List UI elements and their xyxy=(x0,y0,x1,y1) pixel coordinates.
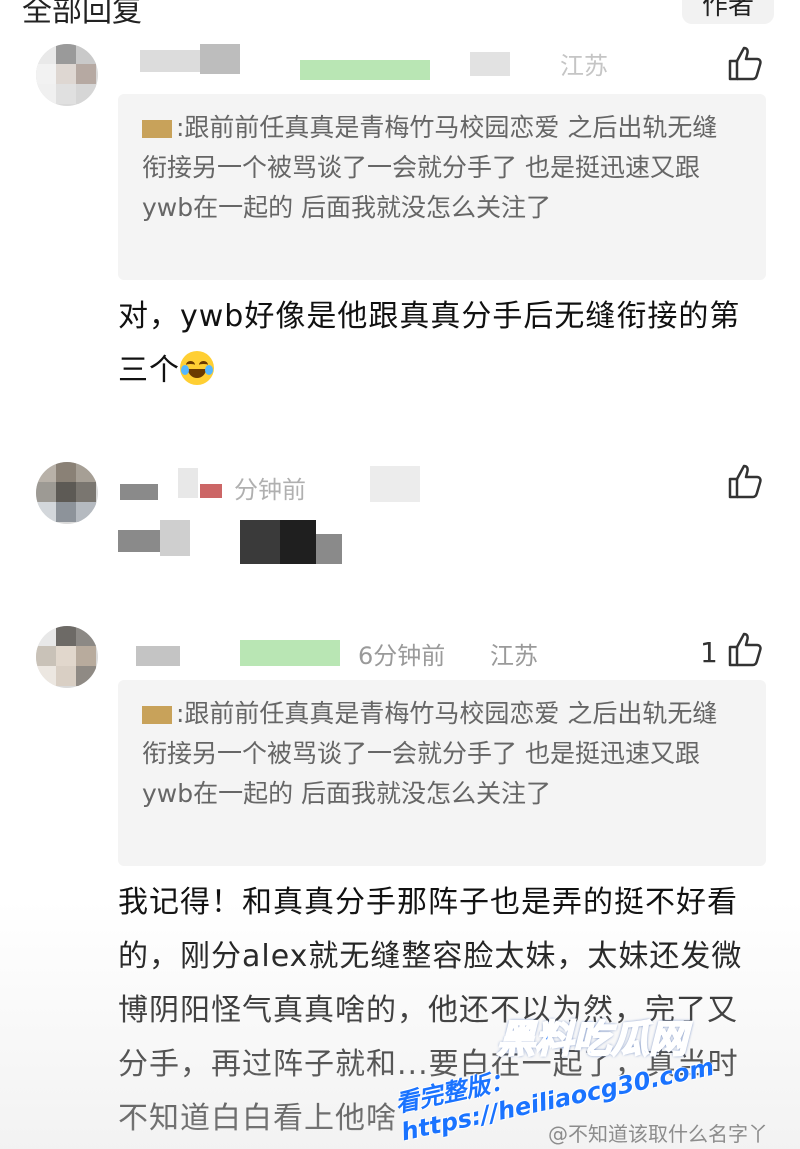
like-button[interactable] xyxy=(726,630,766,670)
laughing-tears-emoji xyxy=(180,351,214,385)
comment-meta: 江苏 xyxy=(130,44,650,80)
avatar[interactable] xyxy=(36,462,98,524)
like-button[interactable] xyxy=(726,462,766,502)
quoted-reply[interactable]: :跟前前任真真是青梅竹马校园恋爱 之后出轨无缝衔接另一个被骂谈了一会就分手了 也… xyxy=(118,680,766,866)
blurred-location xyxy=(370,466,420,502)
blurred-username xyxy=(136,646,180,666)
blurred-text xyxy=(160,520,190,556)
comment-text: 对，ywb好像是他跟真真分手后无缝衔接的第三个 xyxy=(118,290,768,398)
blurred-text xyxy=(316,534,342,564)
comment-location: 江苏 xyxy=(560,52,608,80)
blurred-text xyxy=(280,520,316,564)
quoted-text: :跟前前任真真是青梅竹马校园恋爱 之后出轨无缝衔接另一个被骂谈了一会就分手了 也… xyxy=(142,699,718,808)
quoted-user-avatar xyxy=(142,706,172,724)
like-button[interactable] xyxy=(726,44,766,84)
author-filter-button[interactable]: 作者 xyxy=(682,0,774,24)
redacted-comment-text xyxy=(118,520,358,566)
blurred-text xyxy=(118,530,160,552)
page-title: 全部回复 xyxy=(22,0,142,29)
blurred-time xyxy=(470,52,510,76)
blurred-username xyxy=(120,484,158,500)
quoted-user-avatar xyxy=(142,120,172,138)
blurred-badge xyxy=(200,484,222,498)
quoted-text: :跟前前任真真是青梅竹马校园恋爱 之后出轨无缝衔接另一个被骂谈了一会就分手了 也… xyxy=(142,113,718,222)
comment-location: 江苏 xyxy=(490,642,538,670)
thumbs-up-icon xyxy=(728,464,762,499)
comment-time: 分钟前 xyxy=(234,476,306,504)
blurred-badge xyxy=(240,640,340,666)
like-count: 1 xyxy=(700,636,718,669)
weibo-watermark: @不知道该取什么名字丫 xyxy=(548,1122,768,1146)
thumbs-up-icon xyxy=(728,46,762,81)
quoted-reply[interactable]: :跟前前任真真是青梅竹马校园恋爱 之后出轨无缝衔接另一个被骂谈了一会就分手了 也… xyxy=(118,94,766,280)
comment-time: 6分钟前 xyxy=(358,642,446,670)
comment-meta: 分钟前 xyxy=(120,462,440,504)
avatar[interactable] xyxy=(36,626,98,688)
blurred-badge xyxy=(300,60,430,80)
avatar[interactable] xyxy=(36,44,98,106)
comment-meta: 6分钟前 江苏 xyxy=(136,636,596,670)
blurred-text xyxy=(240,520,280,564)
blurred-username xyxy=(178,468,198,498)
reply-header: 全部回复 作者 xyxy=(0,0,800,29)
thumbs-up-icon xyxy=(728,632,762,667)
blurred-username xyxy=(200,44,240,74)
